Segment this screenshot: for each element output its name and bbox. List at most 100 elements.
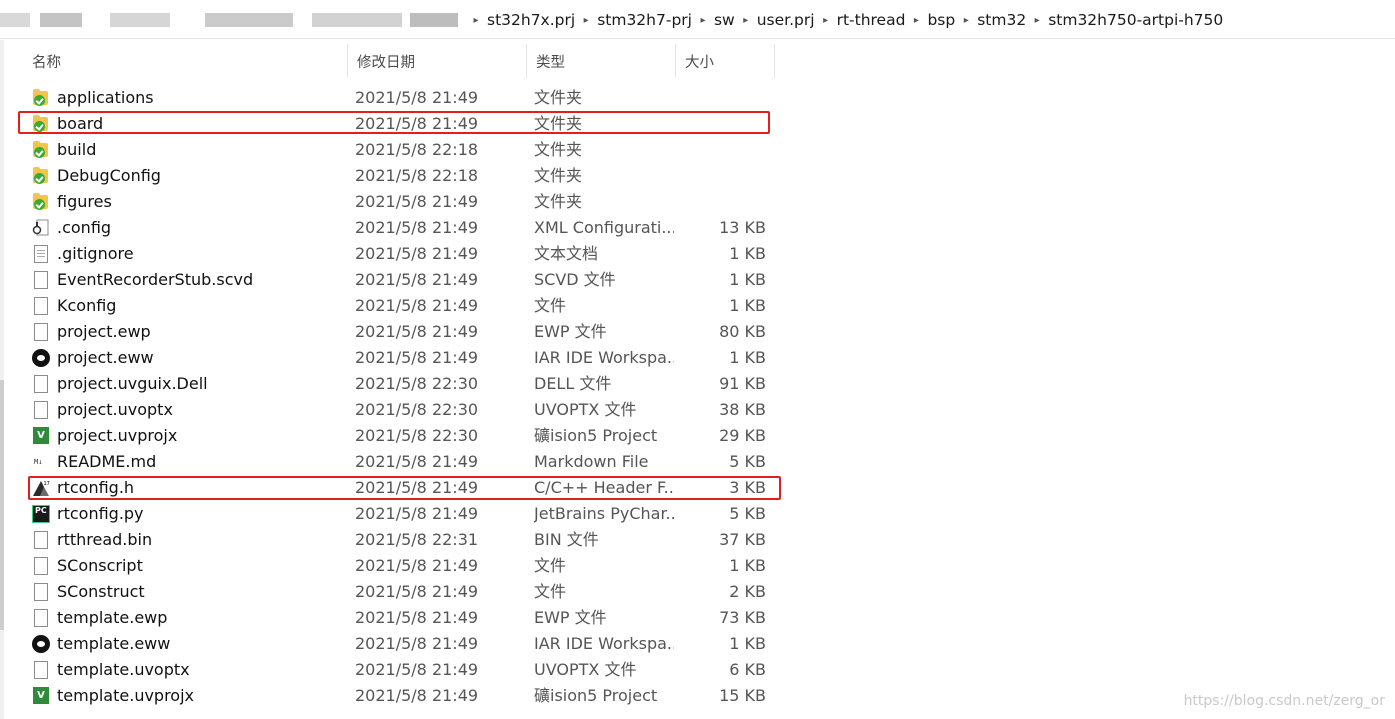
- file-row[interactable]: applications 2021/5/8 21:49 文件夹: [0, 85, 800, 111]
- file-row[interactable]: PC rtconfig.py 2021/5/8 21:49 JetBrains PyC…: [0, 501, 800, 527]
- chevron-right-icon[interactable]: ▸: [908, 15, 924, 26]
- file-size: 1 KB: [729, 634, 766, 653]
- chevron-right-icon[interactable]: ▸: [695, 15, 711, 26]
- file-row[interactable]: project.eww 2021/5/8 21:49 IAR IDE Workspa…: [0, 345, 800, 371]
- file-type: 文件夹: [534, 192, 583, 211]
- folder-synced-icon: [32, 89, 50, 107]
- file-type: EWP 文件: [534, 608, 607, 627]
- file-size: [680, 189, 766, 215]
- file-type: 文本文档: [534, 244, 599, 263]
- file-row[interactable]: template.ewp 2021/5/8 21:49 EWP 文件 73 KB: [0, 605, 800, 631]
- file-row[interactable]: rtthread.bin 2021/5/8 22:31 BIN 文件 37 KB: [0, 527, 800, 553]
- address-bar[interactable]: ▸ st32h7x.prj ▸ stm32h7-prj ▸ sw ▸ user.prj ▸ rt-…: [0, 0, 1395, 40]
- file-row[interactable]: M↓ README.md 2021/5/8 21:49 Markdown File 5 …: [0, 449, 800, 475]
- file-row[interactable]: template.uvoptx 2021/5/8 21:49 UVOPTX 文件 6 …: [0, 657, 800, 683]
- column-header-label: 类型: [536, 54, 565, 71]
- file-size: [680, 85, 766, 111]
- file-row[interactable]: project.uvoptx 2021/5/8 22:30 UVOPTX 文件 38 …: [0, 397, 800, 423]
- divider: [0, 38, 1395, 39]
- file-row[interactable]: EventRecorderStub.scvd 2021/5/8 21:49 SCVD…: [0, 267, 800, 293]
- breadcrumb-item[interactable]: bsp: [924, 11, 958, 29]
- file-type: 文件夹: [534, 166, 583, 185]
- breadcrumb-item[interactable]: stm32: [974, 11, 1029, 29]
- file-date: 2021/5/8 21:49: [355, 270, 479, 289]
- file-type: UVOPTX 文件: [534, 660, 637, 679]
- blank-file-icon: [32, 401, 50, 419]
- file-type: BIN 文件: [534, 530, 599, 549]
- file-date: 2021/5/8 21:49: [355, 88, 479, 107]
- blank-file-icon: [32, 323, 50, 341]
- file-row[interactable]: template.eww 2021/5/8 21:49 IAR IDE Worksp…: [0, 631, 800, 657]
- file-date: 2021/5/8 21:49: [355, 192, 479, 211]
- file-name: SConscript: [57, 556, 143, 575]
- column-header-size[interactable]: 大小: [675, 44, 773, 78]
- file-date: 2021/5/8 22:18: [355, 166, 479, 185]
- blurred-path-segment: [205, 13, 293, 27]
- column-header-label: 名称: [32, 54, 61, 71]
- file-row[interactable]: build 2021/5/8 22:18 文件夹: [0, 137, 800, 163]
- file-name: SConstruct: [57, 582, 145, 601]
- file-row[interactable]: project.uvguix.Dell 2021/5/8 22:30 DELL 文件…: [0, 371, 800, 397]
- chevron-right-icon[interactable]: ▸: [468, 15, 484, 26]
- chevron-right-icon[interactable]: ▸: [818, 15, 834, 26]
- file-name: rtconfig.py: [57, 504, 144, 523]
- file-size: 5 KB: [729, 504, 766, 523]
- breadcrumb-item[interactable]: sw: [711, 11, 738, 29]
- file-size: [680, 163, 766, 189]
- file-date: 2021/5/8 21:49: [355, 504, 479, 523]
- file-date: 2021/5/8 22:31: [355, 530, 479, 549]
- column-header-name[interactable]: 名称: [22, 44, 347, 78]
- file-row[interactable]: Kconfig 2021/5/8 21:49 文件 1 KB: [0, 293, 800, 319]
- file-date: 2021/5/8 22:18: [355, 140, 479, 159]
- breadcrumb-item[interactable]: stm32h7-prj: [594, 11, 695, 29]
- file-type: 文件: [534, 556, 567, 575]
- file-size: 2 KB: [729, 582, 766, 601]
- pycharm-file-icon: PC: [32, 505, 50, 523]
- file-name: figures: [57, 192, 112, 211]
- file-date: 2021/5/8 21:49: [355, 686, 479, 705]
- file-row[interactable]: SConstruct 2021/5/8 21:49 文件 2 KB: [0, 579, 800, 605]
- chevron-right-icon[interactable]: ▸: [738, 15, 754, 26]
- column-header-date[interactable]: 修改日期: [347, 44, 526, 78]
- file-date: 2021/5/8 21:49: [355, 556, 479, 575]
- file-row[interactable]: SConscript 2021/5/8 21:49 文件 1 KB: [0, 553, 800, 579]
- blank-file-icon: [32, 557, 50, 575]
- chevron-right-icon[interactable]: ▸: [578, 15, 594, 26]
- blurred-path-segment: [110, 13, 170, 27]
- column-header-type[interactable]: 类型: [526, 44, 675, 78]
- red-highlight-box: [28, 476, 781, 500]
- breadcrumb-item[interactable]: user.prj: [754, 11, 818, 29]
- file-size: 5 KB: [729, 452, 766, 471]
- breadcrumb-item[interactable]: rt-thread: [834, 11, 909, 29]
- column-header-label: 修改日期: [357, 54, 415, 71]
- column-divider[interactable]: [774, 44, 775, 78]
- file-type: SCVD 文件: [534, 270, 616, 289]
- file-row[interactable]: Vproject.uvprojx 2021/5/8 22:30 礦ision5 Pr…: [0, 423, 800, 449]
- file-row[interactable]: .gitignore 2021/5/8 21:49 文本文档 1 KB: [0, 241, 800, 267]
- file-size: 13 KB: [719, 218, 766, 237]
- file-row[interactable]: .config 2021/5/8 21:49 XML Configurati... 1…: [0, 215, 800, 241]
- file-list: applications 2021/5/8 21:49 文件夹 board 2021/5…: [0, 85, 800, 709]
- file-row[interactable]: Vtemplate.uvprojx 2021/5/8 21:49 礦ision5 P…: [0, 683, 800, 709]
- file-date: 2021/5/8 22:30: [355, 426, 479, 445]
- file-type: 文件夹: [534, 88, 583, 107]
- file-date: 2021/5/8 22:30: [355, 400, 479, 419]
- breadcrumb-item[interactable]: st32h7x.prj: [484, 11, 578, 29]
- folder-synced-icon: [32, 141, 50, 159]
- blank-file-icon: [32, 297, 50, 315]
- file-size: 91 KB: [719, 374, 766, 393]
- blank-file-icon: [32, 271, 50, 289]
- file-name: Kconfig: [57, 296, 117, 315]
- chevron-right-icon[interactable]: ▸: [1029, 15, 1045, 26]
- breadcrumb-item[interactable]: stm32h750-artpi-h750: [1045, 11, 1226, 29]
- file-row[interactable]: project.ewp 2021/5/8 21:49 EWP 文件 80 KB: [0, 319, 800, 345]
- file-type: EWP 文件: [534, 322, 607, 341]
- file-row[interactable]: figures 2021/5/8 21:49 文件夹: [0, 189, 800, 215]
- file-name: applications: [57, 88, 154, 107]
- chevron-right-icon[interactable]: ▸: [958, 15, 974, 26]
- iar-workspace-icon: [32, 349, 50, 367]
- file-name: project.uvprojx: [57, 426, 178, 445]
- file-row[interactable]: DebugConfig 2021/5/8 22:18 文件夹: [0, 163, 800, 189]
- file-date: 2021/5/8 21:49: [355, 244, 479, 263]
- uvision-project-icon: V: [32, 687, 50, 705]
